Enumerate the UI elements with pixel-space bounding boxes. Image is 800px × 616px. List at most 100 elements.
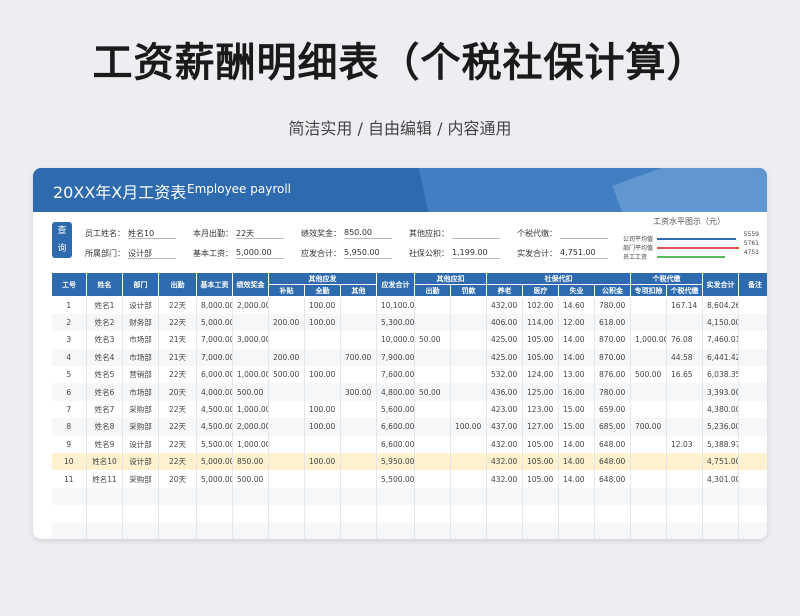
- info-value-field[interactable]: 姓名10: [128, 228, 176, 239]
- table-row[interactable]: 2 姓名2 财务部 22天 5,000.00 200.00 100.00 5,300.00 40…: [51, 313, 767, 332]
- info-field: 个税代缴：: [517, 228, 608, 239]
- table-cell: 5,236.00: [702, 418, 740, 436]
- banner-title: 20XX年X月工资表: [53, 183, 187, 202]
- column-header: 其他应扣: [414, 272, 488, 285]
- info-value-field[interactable]: 1,199.00: [452, 248, 500, 259]
- table-cell: [594, 487, 632, 506]
- table-cell: 1,000.00: [232, 366, 269, 384]
- info-field: 应发合计： 5,950.00: [301, 248, 392, 259]
- table-cell: 4,500.00: [196, 400, 233, 419]
- table-cell: [340, 470, 378, 488]
- table-cell: [340, 505, 378, 523]
- info-value-field[interactable]: 5,950.00: [344, 248, 392, 259]
- info-value-field[interactable]: 4,751.00: [560, 248, 608, 259]
- table-cell: 76.08: [666, 331, 704, 349]
- table-cell: [304, 505, 341, 523]
- table-cell: 870.00: [594, 348, 632, 367]
- table-cell: 市场部: [122, 348, 159, 367]
- table-cell: 8: [51, 418, 87, 436]
- table-cell: 5,500.00: [376, 470, 416, 488]
- table-cell: 姓名1: [86, 296, 123, 314]
- table-cell: 406.00: [486, 313, 524, 332]
- table-cell: [738, 418, 767, 436]
- table-cell: 14.60: [558, 296, 596, 314]
- table-cell: 设计部: [122, 453, 159, 471]
- table-cell: 125.00: [522, 383, 560, 401]
- table-cell: 营销部: [122, 366, 159, 384]
- table-cell: [414, 348, 452, 367]
- table-cell: 659.00: [594, 400, 632, 419]
- info-value-field[interactable]: 850.00: [344, 228, 392, 239]
- table-cell: 432.00: [486, 470, 524, 488]
- table-cell: [450, 348, 488, 367]
- table-row[interactable]: 9 姓名9 设计部 22天 5,500.00 1,000.00 6,600.00 432.00…: [51, 435, 767, 454]
- table-row[interactable]: 6 姓名6 市场部 20天 4,000.00 500.00 300.00 4,800.00 50…: [51, 383, 767, 401]
- table-cell: [304, 487, 341, 506]
- table-cell: [340, 331, 378, 349]
- table-cell: 105.00: [522, 435, 560, 454]
- table-cell: 15.00: [558, 400, 596, 419]
- table-row[interactable]: 11 姓名11 采购部 20天 5,000.00 500.00 5,500.00 432.00…: [51, 470, 767, 488]
- info-field: 实发合计： 4,751.00: [517, 248, 608, 259]
- table-cell: [450, 435, 488, 454]
- table-cell: 市场部: [122, 331, 159, 349]
- table-row[interactable]: 7 姓名7 采购部 22天 4,500.00 1,000.00 100.00 5,600.00…: [51, 400, 767, 419]
- table-row[interactable]: 8 姓名8 采购部 22天 4,500.00 2,000.00 100.00 6,600.00…: [51, 418, 767, 436]
- chart-bar: [657, 238, 736, 240]
- table-cell: 124.00: [522, 366, 560, 384]
- table-cell: 2,000.00: [232, 296, 269, 314]
- query-button[interactable]: 查 询: [52, 222, 72, 258]
- table-cell: [376, 505, 416, 523]
- table-cell: [738, 470, 767, 488]
- page-subtitle: 简洁实用 / 自由编辑 / 内容通用: [288, 119, 512, 138]
- table-cell: [340, 366, 378, 384]
- info-value-field[interactable]: 设计部: [128, 248, 176, 259]
- table-row[interactable]: 5 姓名5 营销部 22天 6,000.00 1,000.00 500.00 100.00 7,…: [51, 366, 767, 384]
- table-cell: [450, 470, 488, 488]
- table-cell: 4,150.00: [702, 313, 740, 332]
- column-header: 社保代扣: [486, 272, 632, 285]
- table-cell: [304, 331, 341, 349]
- info-field: 其他应扣：: [409, 228, 500, 239]
- column-subheader: 医疗: [522, 284, 560, 297]
- column-header: 绩效奖金: [232, 272, 269, 297]
- column-header: 基本工资: [196, 272, 233, 297]
- table-row[interactable]: 10 姓名10 设计部 22天 5,000.00 850.00 100.00 5,950.00…: [51, 453, 767, 471]
- table-cell: 2: [51, 313, 87, 332]
- table-cell: [232, 505, 269, 523]
- table-cell: 21天: [158, 331, 197, 349]
- table-cell: 14.00: [558, 348, 596, 367]
- info-label: 其他应扣：: [409, 229, 449, 238]
- table-cell: 500.00: [630, 366, 668, 384]
- table-cell: 15.00: [558, 418, 596, 436]
- info-value-field[interactable]: 22天: [236, 228, 284, 239]
- info-label: 员工姓名：: [85, 229, 125, 238]
- table-cell: 167.14: [666, 296, 704, 314]
- table-cell: 9: [51, 435, 87, 454]
- table-cell: 432.00: [486, 453, 524, 471]
- table-cell: [158, 505, 197, 523]
- table-cell: [558, 522, 596, 539]
- table-cell: 采购部: [122, 470, 159, 488]
- table-cell: 5,000.00: [196, 470, 233, 488]
- table-cell: 设计部: [122, 435, 159, 454]
- table-row[interactable]: 3姓名3市场部21天7,000.003,000.00 10,000.0050.00…: [51, 331, 767, 349]
- table-cell: 425.00: [486, 331, 524, 349]
- table-cell: [450, 453, 488, 471]
- table-cell: 648.00: [594, 470, 632, 488]
- empty-row: [51, 522, 767, 539]
- table-row[interactable]: 4 姓名4 市场部 21天 7,000.00 200.00 700.00 7,900.00 42…: [51, 348, 767, 367]
- table-cell: 100.00: [450, 418, 488, 436]
- table-cell: [666, 522, 704, 539]
- table-cell: 14.00: [558, 470, 596, 488]
- column-header: 部门: [122, 272, 159, 297]
- table-cell: [340, 487, 378, 506]
- info-value-field[interactable]: [452, 228, 500, 239]
- table-cell: 44.58: [666, 348, 704, 367]
- table-cell: 22天: [158, 453, 197, 471]
- table-cell: [376, 522, 416, 539]
- table-row[interactable]: 1 姓名1 设计部 22天 8,000.00 2,000.00 100.00 10,100.0…: [51, 296, 767, 314]
- table-cell: [304, 383, 341, 401]
- info-value-field[interactable]: 5,000.00: [236, 248, 284, 259]
- info-value-field[interactable]: [560, 228, 608, 239]
